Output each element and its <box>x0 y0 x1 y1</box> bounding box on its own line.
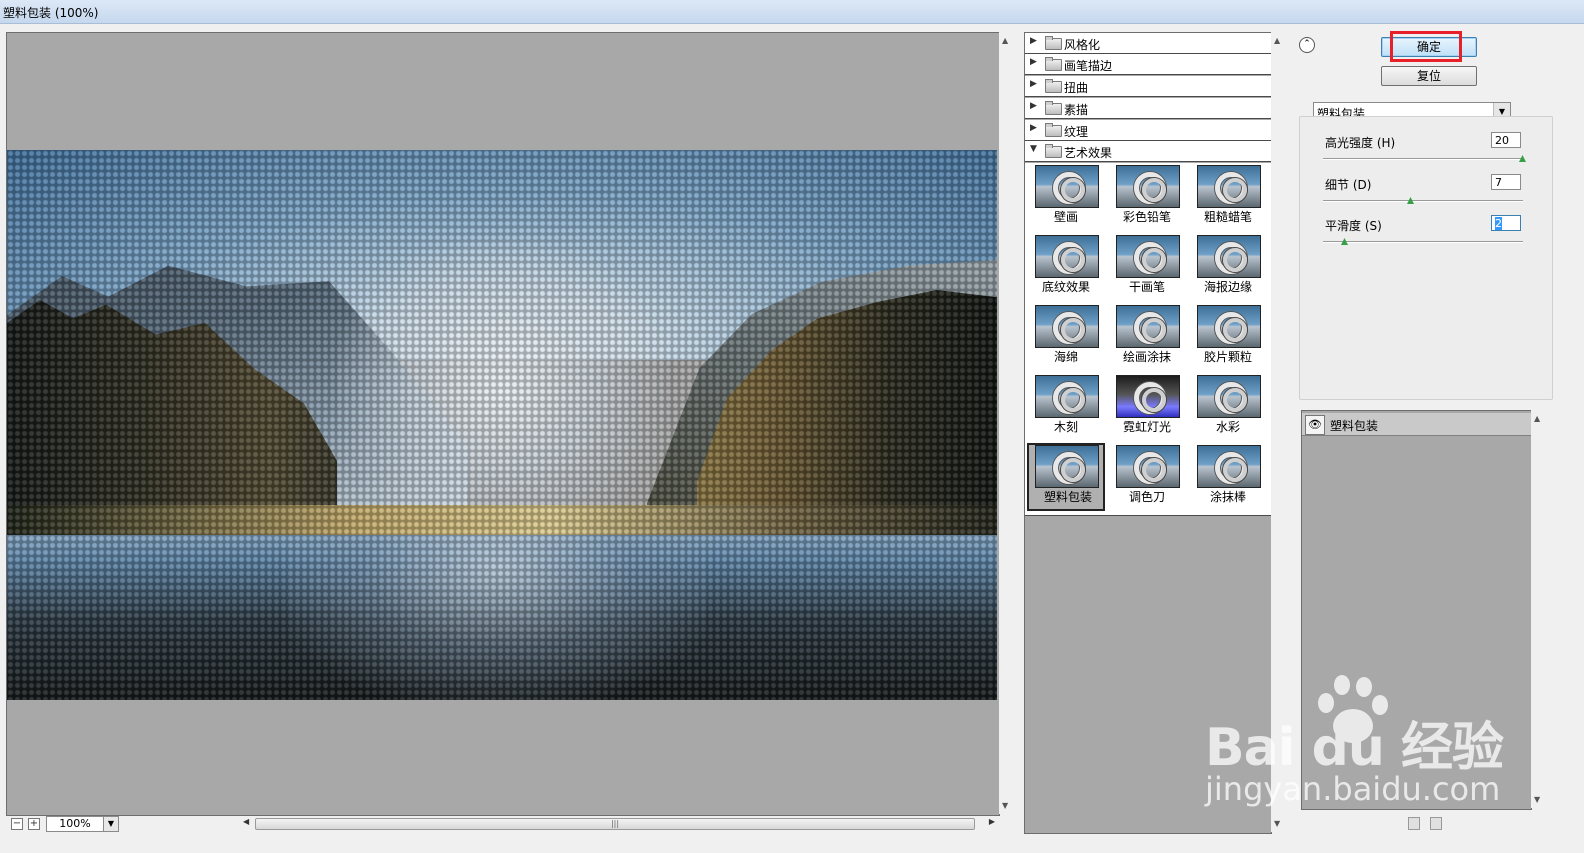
scroll-right-icon[interactable]: ▶ <box>989 817 995 826</box>
zoom-field[interactable]: 100% <box>46 816 104 832</box>
expand-arrow-icon: ▶ <box>1030 36 1037 46</box>
scroll-up-icon[interactable]: ▲ <box>1002 36 1008 45</box>
zoom-out-button[interactable]: − <box>11 818 23 830</box>
effect-thumb-image <box>1197 375 1261 418</box>
effect-thumb-image <box>1197 445 1261 488</box>
collapse-gallery-icon[interactable]: ⌃ <box>1299 37 1315 53</box>
scroll-down-icon[interactable]: ▼ <box>1002 801 1008 810</box>
folder-icon <box>1045 79 1062 93</box>
layers-scrollbar[interactable]: ▲ ▼ <box>1531 410 1545 808</box>
effect-thumb-cutout[interactable]: 木刻 <box>1027 373 1105 441</box>
param-label-smoothness: 平滑度 (S) <box>1325 219 1382 233</box>
new-layer-icon[interactable] <box>1408 817 1420 830</box>
effect-thumb-image <box>1035 445 1099 488</box>
effect-thumb-film-grain[interactable]: 胶片颗粒 <box>1189 303 1267 371</box>
effect-thumb-image <box>1116 445 1180 488</box>
category-distort[interactable]: ▶ 扭曲 <box>1025 76 1271 97</box>
effect-thumb-fresco[interactable]: 壁画 <box>1027 163 1105 231</box>
effect-thumb-image <box>1035 305 1099 348</box>
effect-thumb-sponge[interactable]: 海绵 <box>1027 303 1105 371</box>
param-slider-highlight-strength[interactable] <box>1323 158 1523 160</box>
watermark-brand: Bai du 经验 <box>1205 718 1504 778</box>
reset-button[interactable]: 复位 <box>1381 66 1477 86</box>
effect-thumb-palette-knife[interactable]: 调色刀 <box>1108 443 1186 511</box>
param-input-detail[interactable]: 7 <box>1491 174 1521 190</box>
effect-thumb-image <box>1197 165 1261 208</box>
effect-thumb-image <box>1197 235 1261 278</box>
watermark-url: jingyan.baidu.com <box>1205 770 1501 808</box>
category-texture[interactable]: ▶ 纹理 <box>1025 120 1271 141</box>
folder-icon <box>1045 101 1062 115</box>
param-slider-detail[interactable] <box>1323 200 1523 202</box>
effect-thumb-image <box>1197 305 1261 348</box>
baidu-watermark: Bai du 经验 jingyan.baidu.com <box>1205 675 1505 815</box>
folder-open-icon <box>1045 144 1062 158</box>
zoom-in-button[interactable]: + <box>28 818 40 830</box>
effect-layer-row[interactable]: 👁 塑料包装 <box>1302 413 1531 436</box>
preview-image <box>7 150 997 700</box>
param-label-highlight-strength: 高光强度 (H) <box>1325 136 1396 150</box>
expand-arrow-icon: ▶ <box>1030 123 1037 133</box>
effect-thumb-image <box>1116 235 1180 278</box>
param-input-highlight-strength[interactable]: 20 <box>1491 132 1521 148</box>
scroll-up-icon[interactable]: ▲ <box>1534 414 1540 423</box>
preview-bottom-bar: − + 100% ▼ ◀ ||| ▶ <box>6 815 1015 833</box>
effect-thumb-image <box>1035 165 1099 208</box>
effect-thumb-watercolor[interactable]: 水彩 <box>1189 373 1267 441</box>
folder-icon <box>1045 57 1062 71</box>
effect-thumb-image <box>1035 235 1099 278</box>
scroll-thumb[interactable]: ||| <box>255 818 975 830</box>
effect-thumb-smudge-stick[interactable]: 涂抹棒 <box>1189 443 1267 511</box>
effect-thumb-dry-brush[interactable]: 干画笔 <box>1108 233 1186 301</box>
effect-thumbnails: 壁画 彩色铅笔 粗糙蜡笔 底纹效果 干画笔 海报边缘 海绵 绘画涂抹 胶片颗粒 … <box>1025 163 1271 516</box>
preview-vertical-scrollbar[interactable]: ▲ ▼ <box>999 32 1015 814</box>
effect-thumb-image <box>1116 375 1180 418</box>
expand-arrow-icon: ▶ <box>1030 79 1037 89</box>
scroll-up-icon[interactable]: ▲ <box>1274 36 1280 45</box>
effect-thumb-underpainting[interactable]: 底纹效果 <box>1027 233 1105 301</box>
effect-thumb-rough-pastels[interactable]: 粗糙蜡笔 <box>1189 163 1267 231</box>
eye-icon[interactable]: 👁 <box>1305 415 1325 435</box>
effect-thumb-paint-daubs[interactable]: 绘画涂抹 <box>1108 303 1186 371</box>
window-title: 塑料包装 (100%) <box>3 6 99 20</box>
scroll-down-icon[interactable]: ▼ <box>1534 795 1540 804</box>
folder-icon <box>1045 123 1062 137</box>
title-bar: 塑料包装 (100%) <box>0 0 1584 24</box>
category-artistic[interactable]: ▼ 艺术效果 <box>1025 141 1271 162</box>
effect-thumb-colored-pencil[interactable]: 彩色铅笔 <box>1108 163 1186 231</box>
param-label-detail: 细节 (D) <box>1325 178 1372 192</box>
effect-thumb-poster-edges[interactable]: 海报边缘 <box>1189 233 1267 301</box>
highlight-box <box>1390 31 1462 62</box>
param-input-smoothness[interactable]: 2 <box>1491 215 1521 231</box>
category-stylize[interactable]: ▶ 风格化 <box>1025 33 1271 54</box>
folder-icon <box>1045 36 1062 50</box>
expand-arrow-icon: ▶ <box>1030 57 1037 67</box>
zoom-dropdown-icon[interactable]: ▼ <box>103 816 119 832</box>
effect-thumb-plastic-wrap[interactable]: 塑料包装 <box>1027 443 1105 511</box>
preview-canvas[interactable] <box>6 32 1000 816</box>
effect-thumb-image <box>1116 165 1180 208</box>
expand-arrow-icon: ▶ <box>1030 101 1037 111</box>
param-slider-smoothness[interactable] <box>1323 241 1523 243</box>
scroll-left-icon[interactable]: ◀ <box>243 817 249 826</box>
effect-thumb-neon-glow[interactable]: 霓虹灯光 <box>1108 373 1186 441</box>
effect-thumb-image <box>1116 305 1180 348</box>
collapse-arrow-icon: ▼ <box>1030 144 1037 154</box>
category-brush-strokes[interactable]: ▶ 画笔描边 <box>1025 54 1271 75</box>
category-sketch[interactable]: ▶ 素描 <box>1025 98 1271 119</box>
preview-horizontal-scrollbar[interactable]: ◀ ||| ▶ <box>239 816 999 830</box>
trash-icon[interactable] <box>1430 817 1442 830</box>
scroll-down-icon[interactable]: ▼ <box>1274 819 1280 828</box>
effect-thumb-image <box>1035 375 1099 418</box>
